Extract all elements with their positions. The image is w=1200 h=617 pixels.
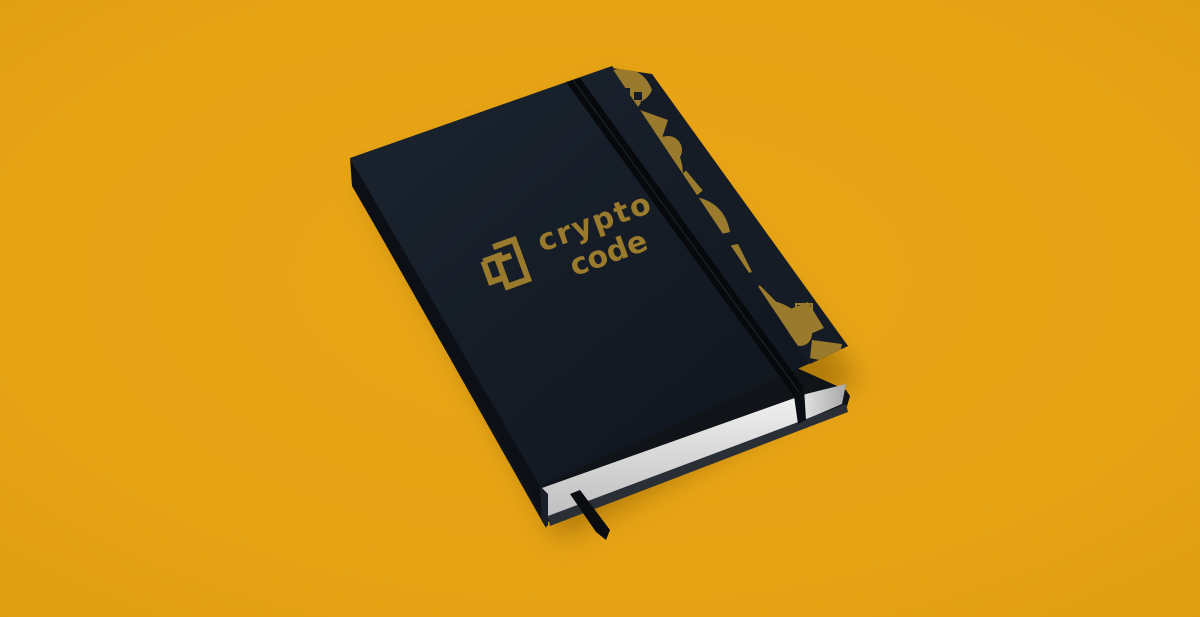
notebook-mockup: crypto code: [0, 0, 1200, 617]
product-photo: crypto code: [0, 0, 1200, 617]
